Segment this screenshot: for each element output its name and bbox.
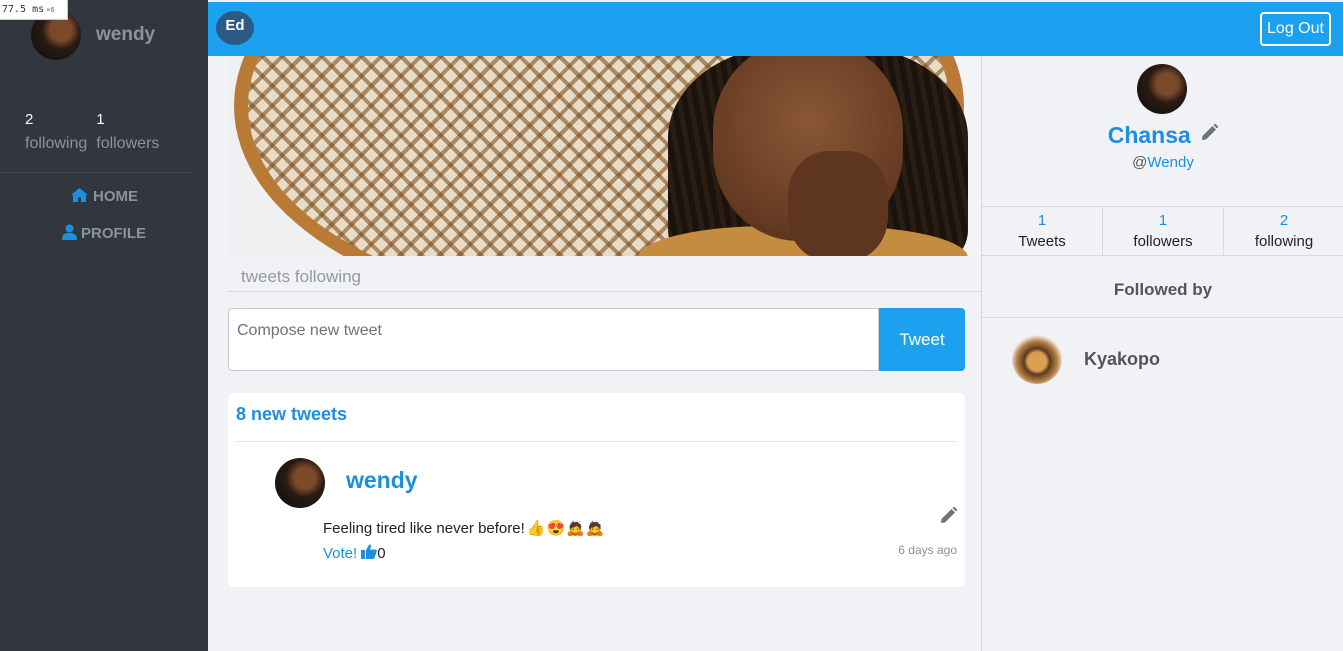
thumbs-up-icon[interactable] bbox=[361, 544, 378, 563]
tweet-button[interactable]: Tweet bbox=[879, 308, 965, 371]
sidebar-nav: HOME PROFILE bbox=[0, 178, 208, 252]
sidebar-divider bbox=[0, 172, 193, 173]
profile-avatar[interactable] bbox=[1137, 64, 1187, 114]
tweet-timestamp: 6 days ago bbox=[898, 543, 957, 557]
perf-time: 77.5 bbox=[2, 4, 27, 15]
stat-number: 2 bbox=[25, 111, 34, 128]
stat-number: 2 bbox=[1279, 212, 1289, 229]
sidebar: wendy 2 following 1 followers HOME PROFI… bbox=[0, 0, 208, 651]
stat-label: following bbox=[25, 135, 88, 152]
tweet-composer: Tweet bbox=[228, 308, 965, 371]
handle-prefix: @ bbox=[1132, 154, 1148, 171]
tweet-body: Feeling tired like never before! bbox=[323, 519, 525, 537]
edit-profile-pencil-icon[interactable] bbox=[1201, 123, 1219, 146]
new-tweets-link[interactable]: 8 new tweets bbox=[236, 404, 347, 425]
compose-tweet-input[interactable] bbox=[228, 308, 879, 371]
cover-hand-shape bbox=[788, 151, 888, 256]
profile-stat-followers[interactable]: 1 followers bbox=[1103, 207, 1224, 255]
pencil-icon[interactable] bbox=[940, 506, 958, 529]
tweet-vote: Vote! 0 bbox=[323, 544, 386, 563]
sidebar-username[interactable]: wendy bbox=[96, 24, 155, 46]
profile-name-row: Chansa bbox=[982, 122, 1343, 149]
nav-profile-label: PROFILE bbox=[80, 225, 146, 242]
stat-label: Tweets bbox=[1018, 233, 1066, 250]
followed-by-title: Followed by bbox=[982, 256, 1343, 318]
tweet-username[interactable]: wendy bbox=[346, 467, 418, 494]
profile-stat-following[interactable]: 2 following bbox=[1224, 207, 1343, 255]
card-divider bbox=[236, 441, 957, 442]
perf-badge: 77.5 ms ×6 bbox=[0, 0, 68, 20]
stat-number: 1 bbox=[96, 111, 105, 128]
stat-label: followers bbox=[96, 135, 160, 152]
follower-item[interactable]: Kyakopo bbox=[1012, 334, 1160, 384]
top-bar: Ed Log Out bbox=[208, 2, 1343, 56]
nav-home-label: HOME bbox=[93, 188, 138, 205]
vote-link[interactable]: Vote! bbox=[323, 545, 357, 562]
profile-stats: 1 Tweets 1 followers 2 following bbox=[982, 206, 1343, 256]
nav-profile[interactable]: PROFILE bbox=[0, 215, 208, 252]
tweet-text: Feeling tired like never before! 👍😍🙇🙇 bbox=[323, 519, 606, 538]
tweet-avatar[interactable] bbox=[275, 458, 325, 508]
feed-tab[interactable]: tweets following bbox=[228, 257, 981, 292]
profile-name: Chansa bbox=[1107, 122, 1191, 148]
logout-button[interactable]: Log Out bbox=[1260, 12, 1331, 46]
cover-image bbox=[228, 56, 981, 256]
sidebar-stat-following[interactable]: 2 following bbox=[25, 111, 87, 159]
follower-avatar[interactable] bbox=[1012, 334, 1062, 384]
stat-number: 1 bbox=[1158, 212, 1168, 229]
stat-label: followers bbox=[1133, 233, 1193, 250]
nav-home[interactable]: HOME bbox=[0, 178, 208, 215]
vote-count: 0 bbox=[377, 545, 386, 562]
profile-stat-tweets[interactable]: 1 Tweets bbox=[982, 207, 1103, 255]
profile-panel: Chansa @Wendy 1 Tweets 1 followers 2 fol… bbox=[981, 56, 1343, 651]
perf-unit: ms bbox=[32, 4, 45, 15]
stat-number: 1 bbox=[1037, 212, 1047, 229]
user-initials-badge[interactable]: Ed bbox=[216, 11, 254, 45]
tweets-card: 8 new tweets wendy Feeling tired like ne… bbox=[228, 393, 965, 587]
sidebar-stat-followers[interactable]: 1 followers bbox=[96, 111, 159, 159]
profile-handle-row: @Wendy bbox=[982, 154, 1343, 171]
user-icon bbox=[61, 224, 77, 244]
tweet-emojis: 👍😍🙇🙇 bbox=[526, 520, 606, 537]
feed-tab-label: tweets following bbox=[241, 267, 362, 286]
perf-mult: ×6 bbox=[46, 6, 55, 14]
sidebar-stats: 2 following 1 followers bbox=[25, 111, 159, 159]
stat-label: following bbox=[1254, 233, 1314, 250]
follower-name[interactable]: Kyakopo bbox=[1084, 349, 1160, 370]
home-icon bbox=[70, 187, 89, 207]
profile-handle[interactable]: Wendy bbox=[1147, 154, 1193, 171]
